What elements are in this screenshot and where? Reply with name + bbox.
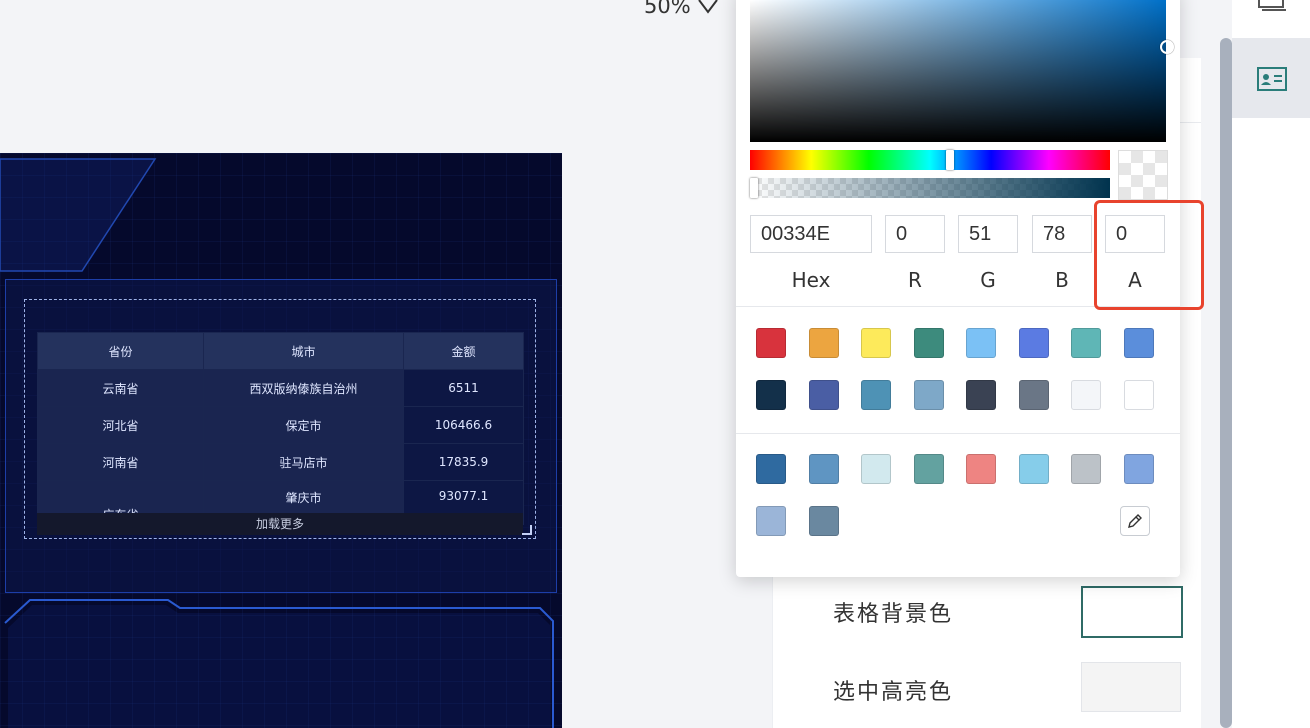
- scrollbar[interactable]: [1220, 38, 1232, 728]
- header-city: 城市: [203, 332, 404, 370]
- color-swatch[interactable]: [1071, 328, 1101, 358]
- cell-province: 河南省: [37, 443, 204, 481]
- cell-city: 西双版纳傣族自治州: [203, 369, 404, 407]
- color-swatch[interactable]: [1018, 328, 1049, 358]
- chevron-down-icon: [697, 0, 718, 14]
- hue-slider[interactable]: [750, 150, 1110, 170]
- picker-divider: [736, 433, 1180, 434]
- data-table: 省份 城市 金额 云南省 西双版纳傣族自治州 6511 河北省 保定市 1064…: [37, 332, 524, 525]
- color-swatch[interactable]: [1123, 328, 1154, 358]
- color-swatch[interactable]: [1071, 380, 1101, 410]
- table-row[interactable]: 河北省 保定市 106466.6: [37, 406, 524, 444]
- highlight-color-swatch[interactable]: [1081, 662, 1181, 712]
- color-swatch[interactable]: [808, 380, 839, 410]
- cell-province: 云南省: [37, 369, 204, 407]
- color-swatch[interactable]: [913, 328, 944, 358]
- color-swatch[interactable]: [861, 380, 891, 410]
- color-swatch[interactable]: [966, 328, 996, 358]
- color-swatch[interactable]: [861, 454, 891, 484]
- color-swatch[interactable]: [966, 380, 996, 410]
- alpha-slider[interactable]: [750, 178, 1110, 198]
- cell-city: 驻马店市: [203, 443, 404, 481]
- header-province: 省份: [37, 332, 204, 370]
- header-amount: 金额: [403, 332, 524, 370]
- color-swatch[interactable]: [1123, 380, 1154, 410]
- hex-input[interactable]: [750, 215, 872, 253]
- load-more-button[interactable]: 加载更多: [37, 513, 523, 535]
- g-label: G: [980, 268, 996, 292]
- alpha-highlight-annotation: [1094, 200, 1204, 310]
- b-input[interactable]: [1032, 215, 1092, 253]
- g-input[interactable]: [958, 215, 1018, 253]
- cell-province: 河北省: [37, 406, 204, 444]
- saturation-handle[interactable]: [1160, 40, 1174, 54]
- color-swatch[interactable]: [1071, 454, 1101, 484]
- eyedropper-icon: [1128, 514, 1142, 528]
- color-swatch[interactable]: [1018, 380, 1049, 410]
- table-bg-color-swatch[interactable]: [1081, 586, 1183, 638]
- color-swatch[interactable]: [808, 328, 839, 358]
- cell-amount: 6511: [403, 369, 524, 407]
- color-swatch[interactable]: [756, 380, 786, 410]
- image-icon[interactable]: [1256, 0, 1288, 12]
- color-swatch[interactable]: [756, 328, 786, 358]
- color-swatch[interactable]: [913, 454, 944, 484]
- color-swatch[interactable]: [913, 380, 944, 410]
- color-swatch[interactable]: [1018, 454, 1049, 484]
- id-card-icon: [1257, 67, 1287, 91]
- color-swatch[interactable]: [808, 454, 839, 484]
- table-row[interactable]: 河南省 驻马店市 17835.9: [37, 443, 524, 481]
- color-swatch[interactable]: [966, 454, 996, 484]
- highlight-label: 选中高亮色: [833, 680, 954, 705]
- resize-handle[interactable]: [522, 525, 532, 535]
- color-swatch[interactable]: [756, 454, 786, 484]
- color-swatch[interactable]: [808, 506, 839, 536]
- hue-slider-handle[interactable]: [946, 150, 954, 170]
- color-swatch[interactable]: [756, 506, 786, 536]
- color-preview: [1118, 150, 1168, 200]
- zoom-select[interactable]: 50%: [644, 0, 719, 18]
- saturation-value-area[interactable]: [750, 0, 1166, 142]
- dashboard-canvas[interactable]: 省份 城市 金额 云南省 西双版纳傣族自治州 6511 河北省 保定市 1064…: [0, 153, 562, 728]
- cell-amount: 106466.6: [403, 406, 524, 444]
- b-label: B: [1055, 268, 1069, 292]
- alpha-slider-handle[interactable]: [750, 178, 758, 198]
- cell-city: 保定市: [203, 406, 404, 444]
- color-swatch[interactable]: [861, 328, 891, 358]
- zoom-value: 50%: [644, 0, 691, 18]
- eyedropper-button[interactable]: [1120, 506, 1150, 536]
- color-swatch[interactable]: [1123, 454, 1154, 484]
- table-header-row: 省份 城市 金额: [37, 332, 524, 370]
- cell-amount: 17835.9: [403, 443, 524, 481]
- table-row[interactable]: 云南省 西双版纳傣族自治州 6511: [37, 369, 524, 407]
- hex-label: Hex: [791, 268, 831, 292]
- table-bg-label: 表格背景色: [833, 602, 954, 627]
- right-sidebar: [1232, 0, 1310, 728]
- tab-data-settings[interactable]: [1232, 38, 1310, 118]
- r-input[interactable]: [885, 215, 945, 253]
- r-label: R: [908, 268, 922, 292]
